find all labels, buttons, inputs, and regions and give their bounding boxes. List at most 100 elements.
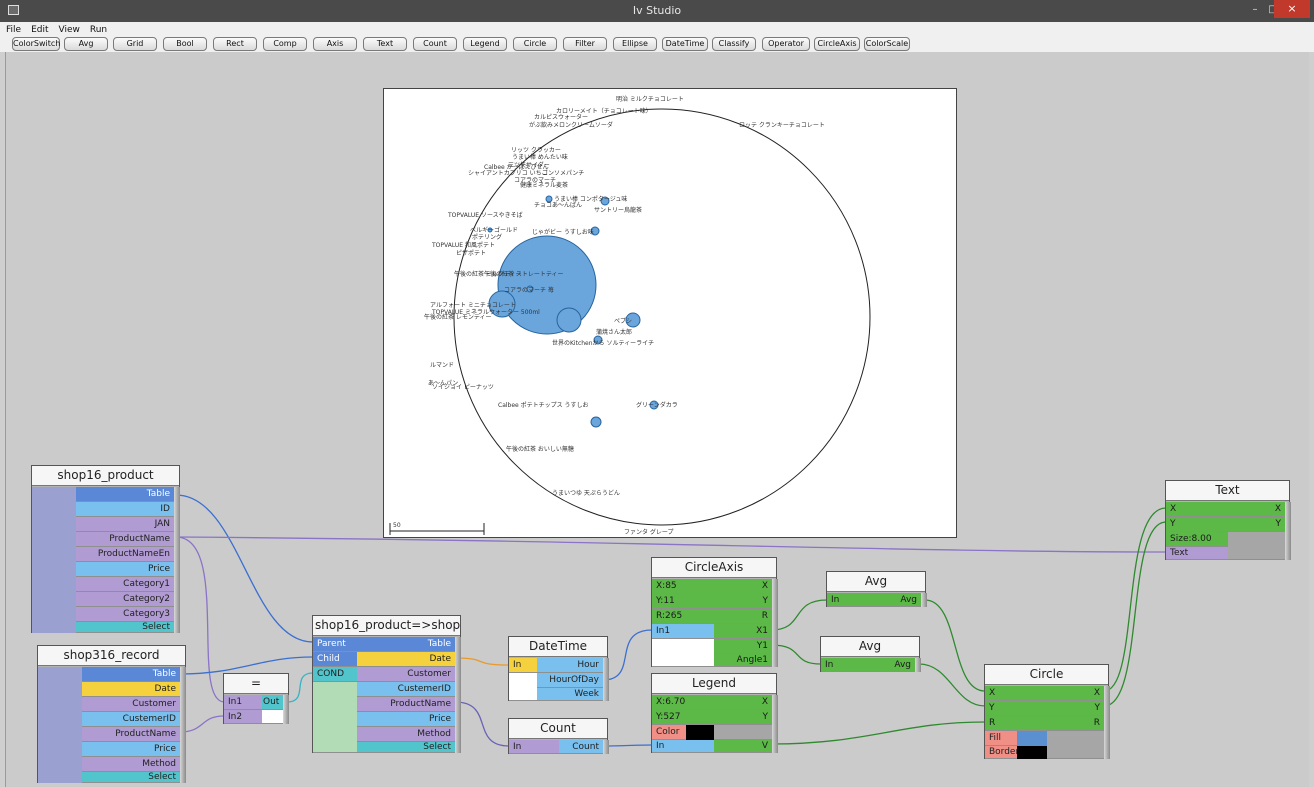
toolbar-colorswitch-button[interactable]: ColorSwitch [12, 37, 60, 51]
port-v[interactable]: V [714, 740, 772, 753]
node-scrollbar[interactable] [603, 740, 609, 754]
node-legend[interactable]: Legend X:6.70 Y:527 Color In X Y V [651, 673, 778, 753]
port-custemerid[interactable]: CustemerID [82, 712, 180, 727]
port-id[interactable]: ID [76, 502, 174, 517]
node-equals-operator[interactable]: = In1 In2 Out [223, 673, 289, 724]
port-in1[interactable]: In1 [224, 695, 262, 710]
port-in[interactable]: In [509, 740, 559, 754]
toolbar-colorscale-button[interactable]: ColorScale [864, 37, 910, 51]
port-in[interactable]: In [827, 593, 875, 607]
port-x-out[interactable]: X [1228, 502, 1285, 517]
port-price[interactable]: Price [357, 712, 455, 727]
port-method[interactable]: Method [82, 757, 180, 772]
node-scrollbar[interactable] [772, 579, 778, 667]
node-text[interactable]: Text X Y Size:8.00 Text X Y [1165, 480, 1291, 560]
node-scrollbar[interactable] [1285, 502, 1291, 560]
toolbar-comp-button[interactable]: Comp [263, 37, 307, 51]
port-table[interactable]: Table [357, 637, 455, 652]
port-y[interactable]: Y [985, 701, 1047, 716]
port-cond[interactable]: COND [313, 667, 357, 682]
port-custemerid[interactable]: CustemerID [357, 682, 455, 697]
node-avg-y[interactable]: Avg In Avg [820, 636, 921, 672]
node-scrollbar[interactable] [174, 487, 180, 633]
port-productname[interactable]: ProductName [82, 727, 180, 742]
param-x[interactable]: X:6.70 [652, 695, 714, 710]
port-x[interactable]: X [714, 695, 772, 710]
node-avg-x[interactable]: Avg In Avg [826, 571, 927, 607]
node-scrollbar[interactable] [603, 658, 609, 701]
toolbar-operator-button[interactable]: Operator [762, 37, 810, 51]
node-shop316-record[interactable]: shop316_record Table Date Customer Custe… [37, 645, 186, 783]
param-size[interactable]: Size:8.00 [1166, 532, 1228, 547]
menu-view[interactable]: View [53, 23, 84, 37]
node-scrollbar[interactable] [283, 695, 289, 724]
port-in2[interactable]: In2 [224, 710, 262, 724]
port-category2[interactable]: Category2 [76, 592, 174, 607]
port-in[interactable]: In [821, 658, 869, 672]
node-scrollbar[interactable] [915, 658, 921, 672]
port-hourofday[interactable]: HourOfDay [537, 673, 603, 688]
port-select[interactable]: Select [357, 742, 455, 753]
port-y1[interactable]: Y1 [714, 639, 772, 654]
port-x[interactable]: X [1166, 502, 1228, 517]
node-shop16-product[interactable]: shop16_product Table ID JAN ProductName … [31, 465, 180, 633]
port-y[interactable]: Y [1166, 517, 1228, 532]
param-y[interactable]: Y:527 [652, 710, 714, 725]
port-parent[interactable]: Parent [313, 637, 357, 652]
port-r[interactable]: R [985, 716, 1047, 731]
toolbar-ellipse-button[interactable]: Ellipse [613, 37, 657, 51]
node-circle[interactable]: Circle X Y R Fill Border X Y R [984, 664, 1110, 759]
param-r[interactable]: R:265 [652, 609, 714, 624]
menu-run[interactable]: Run [84, 23, 111, 37]
toolbar-text-button[interactable]: Text [363, 37, 407, 51]
param-fill[interactable]: Fill [985, 731, 1017, 746]
node-scrollbar[interactable] [1104, 686, 1110, 759]
toolbar-legend-button[interactable]: Legend [463, 37, 507, 51]
close-button[interactable]: × [1274, 0, 1310, 18]
port-y-out[interactable]: Y [1228, 517, 1285, 532]
toolbar-filter-button[interactable]: Filter [563, 37, 607, 51]
toolbar-rect-button[interactable]: Rect [213, 37, 257, 51]
port-category1[interactable]: Category1 [76, 577, 174, 592]
toolbar-axis-button[interactable]: Axis [313, 37, 357, 51]
port-y-out[interactable]: Y [1047, 701, 1104, 716]
node-scrollbar[interactable] [772, 695, 778, 753]
port-customer[interactable]: Customer [82, 697, 180, 712]
node-circleaxis[interactable]: CircleAxis X:85 Y:11 R:265 In1 X Y R X1 … [651, 557, 778, 667]
port-productnameen[interactable]: ProductNameEn [76, 547, 174, 562]
port-text[interactable]: Text [1166, 547, 1228, 560]
port-method[interactable]: Method [357, 727, 455, 742]
param-border[interactable]: Border [985, 746, 1017, 759]
port-in1[interactable]: In1 [652, 624, 714, 639]
param-x[interactable]: X:85 [652, 579, 714, 594]
port-select[interactable]: Select [76, 622, 174, 633]
menu-edit[interactable]: Edit [25, 23, 52, 37]
port-avg[interactable]: Avg [869, 658, 915, 672]
node-join[interactable]: shop16_product=>shop316_record Parent Ch… [312, 615, 461, 753]
node-scrollbar[interactable] [921, 593, 927, 607]
port-table[interactable]: Table [76, 487, 174, 502]
toolbar-datetime-button[interactable]: DateTime [662, 37, 708, 51]
toolbar-bool-button[interactable]: Bool [163, 37, 207, 51]
port-r[interactable]: R [714, 609, 772, 624]
port-avg[interactable]: Avg [875, 593, 921, 607]
node-count[interactable]: Count In Count [508, 718, 609, 754]
port-select[interactable]: Select [82, 772, 180, 783]
port-week[interactable]: Week [537, 688, 603, 701]
toolbar-avg-button[interactable]: Avg [64, 37, 108, 51]
port-angle1[interactable]: Angle1 [714, 654, 772, 667]
port-date[interactable]: Date [82, 682, 180, 697]
port-x[interactable]: X [985, 686, 1047, 701]
node-scrollbar[interactable] [180, 667, 186, 783]
toolbar-circle-button[interactable]: Circle [513, 37, 557, 51]
port-date[interactable]: Date [357, 652, 455, 667]
port-productname[interactable]: ProductName [76, 532, 174, 547]
toolbar-classify-button[interactable]: Classify [712, 37, 756, 51]
port-in[interactable]: In [509, 658, 537, 673]
port-customer[interactable]: Customer [357, 667, 455, 682]
port-hour[interactable]: Hour [537, 658, 603, 673]
port-x-out[interactable]: X [1047, 686, 1104, 701]
fill-color-swatch[interactable] [1017, 731, 1047, 746]
toolbar-circleaxis-button[interactable]: CircleAxis [814, 37, 860, 51]
param-color[interactable]: Color [652, 725, 686, 740]
